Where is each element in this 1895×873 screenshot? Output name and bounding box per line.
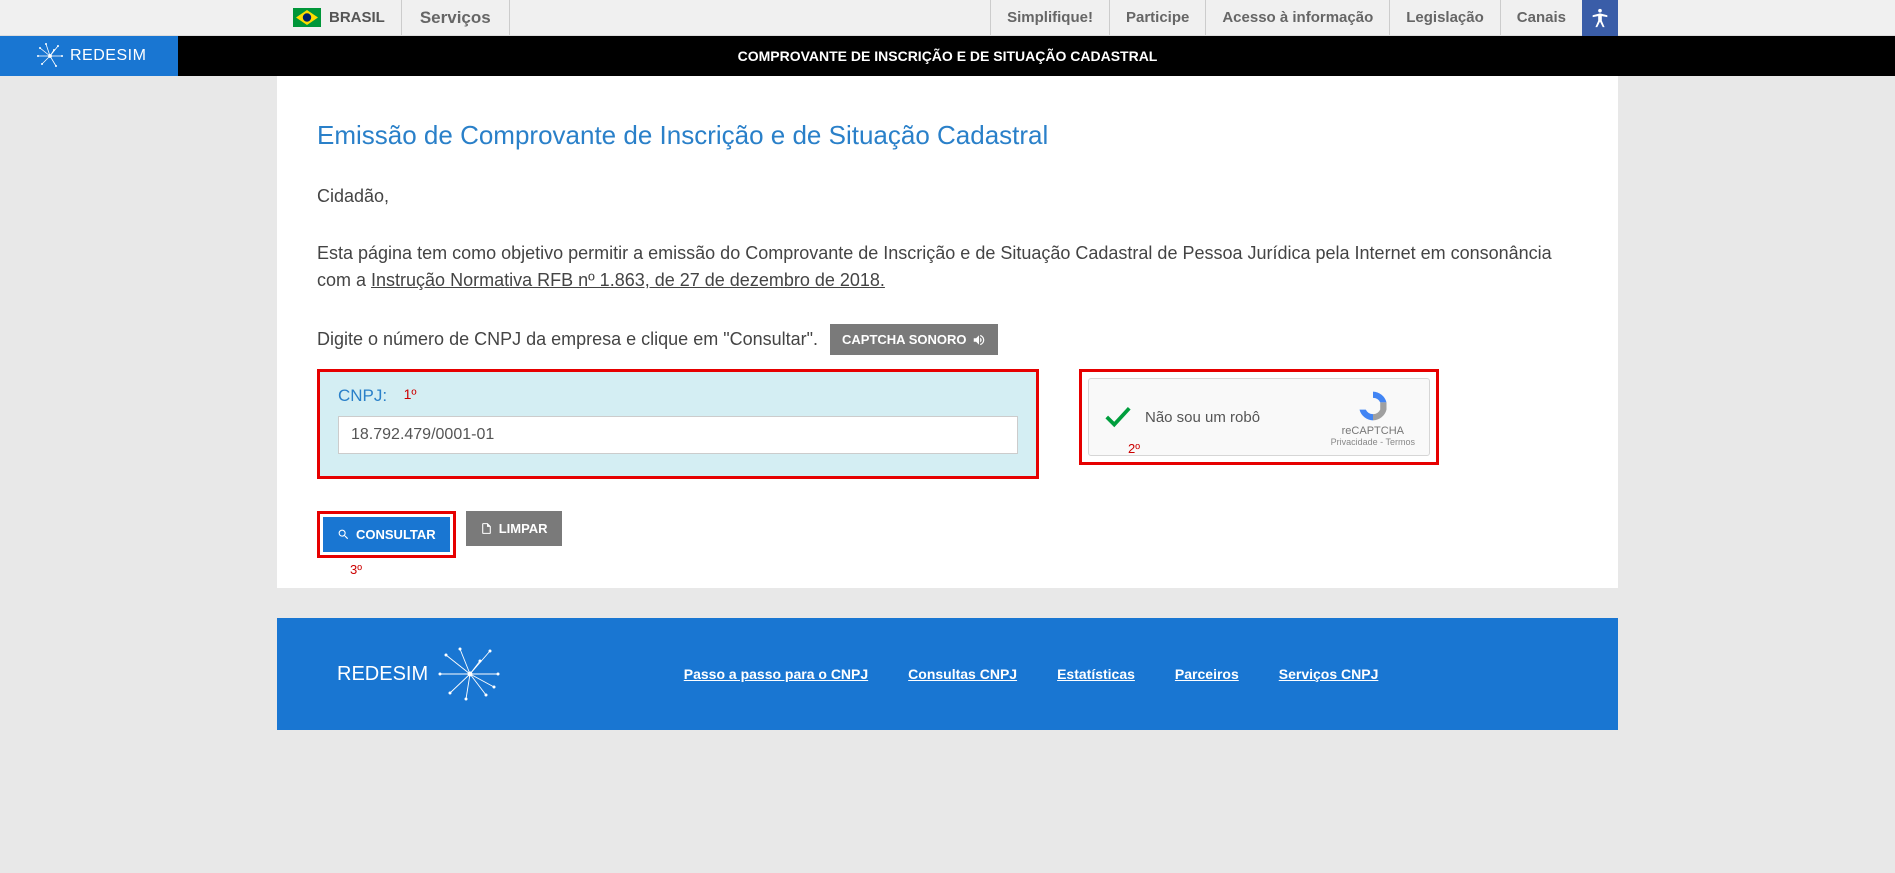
limpar-label: LIMPAR — [499, 521, 548, 536]
gov-link-canais[interactable]: Canais — [1500, 0, 1582, 35]
footer-links: Passo a passo para o CNPJ Consultas CNPJ… — [504, 666, 1558, 682]
accessibility-icon — [1589, 7, 1611, 29]
gov-bar: BRASIL Serviços Simplifique! Participe A… — [0, 0, 1895, 36]
redesim-network-icon — [36, 42, 64, 70]
consultar-highlight: CONSULTAR 3º — [317, 511, 456, 558]
intro-link[interactable]: Instrução Normativa RFB nº 1.863, de 27 … — [371, 270, 885, 290]
main-wrap: Emissão de Comprovante de Inscrição e de… — [277, 76, 1618, 730]
brazil-flag-icon — [293, 8, 321, 27]
instruction-row: Digite o número de CNPJ da empresa e cli… — [317, 324, 1578, 355]
gov-link-simplifique[interactable]: Simplifique! — [990, 0, 1109, 35]
cnpj-label: CNPJ: — [338, 386, 387, 406]
annotation-2: 2º — [1128, 441, 1140, 456]
captcha-sound-button[interactable]: CAPTCHA SONORO — [830, 324, 998, 355]
form-row: CNPJ: 1º Não sou um robô — [317, 369, 1578, 479]
annotation-3: 3º — [350, 562, 362, 577]
document-icon — [480, 522, 493, 535]
footer-link-parceiros[interactable]: Parceiros — [1175, 666, 1239, 682]
captcha-box: Não sou um robô reCAPTCHA Privacidade - … — [1079, 369, 1439, 465]
footer-link-servicos[interactable]: Serviços CNPJ — [1279, 666, 1379, 682]
recaptcha-badge-title: reCAPTCHA — [1331, 425, 1415, 437]
gov-brasil-link[interactable]: BRASIL — [277, 0, 402, 35]
cnpj-box: CNPJ: 1º — [317, 369, 1039, 479]
cnpj-input[interactable] — [338, 416, 1018, 454]
page-title: Emissão de Comprovante de Inscrição e de… — [317, 120, 1578, 151]
annotation-1: 1º — [404, 386, 417, 402]
recaptcha-text: Não sou um robô — [1145, 409, 1331, 426]
gov-link-acesso-informacao[interactable]: Acesso à informação — [1205, 0, 1389, 35]
recaptcha-badge: reCAPTCHA Privacidade - Termos — [1331, 388, 1415, 447]
main-card: Emissão de Comprovante de Inscrição e de… — [277, 76, 1618, 588]
gov-link-participe[interactable]: Participe — [1109, 0, 1205, 35]
footer-link-consultas[interactable]: Consultas CNPJ — [908, 666, 1017, 682]
footer-link-estatisticas[interactable]: Estatísticas — [1057, 666, 1135, 682]
footer-logo-text: REDESIM — [337, 663, 428, 686]
header-logo-text: REDESIM — [70, 47, 146, 65]
consultar-label: CONSULTAR — [356, 527, 436, 542]
gov-brasil-text: BRASIL — [329, 9, 385, 26]
captcha-sound-label: CAPTCHA SONORO — [842, 332, 966, 347]
gov-link-legislacao[interactable]: Legislação — [1389, 0, 1500, 35]
header-logo[interactable]: REDESIM — [0, 36, 178, 76]
gov-bar-inner: BRASIL Serviços Simplifique! Participe A… — [277, 0, 1618, 35]
header-black: REDESIM COMPROVANTE DE INSCRIÇÃO E DE SI… — [0, 36, 1895, 76]
limpar-button[interactable]: LIMPAR — [466, 511, 562, 546]
sound-icon — [972, 333, 986, 347]
footer-logo[interactable]: REDESIM — [337, 645, 504, 703]
recaptcha-checkmark — [1103, 402, 1133, 432]
header-title: COMPROVANTE DE INSCRIÇÃO E DE SITUAÇÃO C… — [277, 36, 1618, 76]
footer-network-icon — [436, 645, 504, 703]
footer-link-passo-a-passo[interactable]: Passo a passo para o CNPJ — [684, 666, 868, 682]
recaptcha-icon — [1355, 388, 1391, 424]
instruction-text: Digite o número de CNPJ da empresa e cli… — [317, 329, 818, 350]
intro-text: Esta página tem como objetivo permitir a… — [317, 240, 1578, 294]
buttons-row: CONSULTAR 3º LIMPAR — [317, 511, 1578, 558]
search-icon — [337, 528, 350, 541]
footer: REDESIM Passo a passo para o CNPJ Consul… — [277, 618, 1618, 730]
consultar-button[interactable]: CONSULTAR — [323, 517, 450, 552]
greeting-text: Cidadão, — [317, 183, 1578, 210]
gov-servicos-link[interactable]: Serviços — [402, 0, 510, 35]
accessibility-button[interactable] — [1582, 0, 1618, 36]
cnpj-label-row: CNPJ: 1º — [338, 386, 1018, 416]
checkmark-icon — [1103, 402, 1133, 432]
recaptcha-badge-sub: Privacidade - Termos — [1331, 437, 1415, 447]
